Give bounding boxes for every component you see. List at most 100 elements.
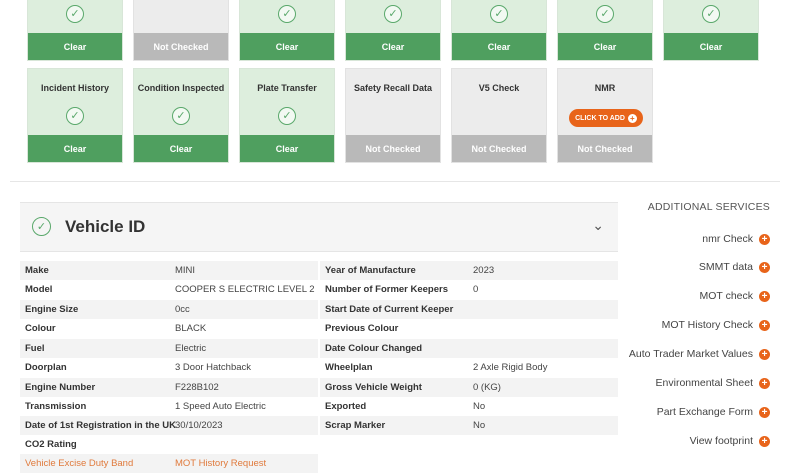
row-key: Engine Size: [25, 304, 79, 315]
check-tile: Not Checked: [133, 0, 229, 61]
row-key: Date of 1st Registration in the UK: [25, 420, 176, 431]
row-value: BLACK: [175, 323, 207, 334]
row-link[interactable]: Vehicle Excise Duty Band: [25, 454, 133, 473]
check-circle-icon: ✓: [278, 5, 296, 23]
plus-circle-icon: +: [759, 319, 770, 331]
row-key: Wheelplan: [325, 362, 373, 373]
plus-circle-icon: +: [759, 233, 770, 245]
service-nmr-check[interactable]: nmr Check +: [702, 233, 770, 245]
plus-circle-icon: +: [759, 290, 770, 302]
chevron-down-icon[interactable]: ⌄: [592, 217, 604, 234]
service-label: Auto Trader Market Values: [628, 348, 753, 360]
row-value: MINI: [175, 265, 196, 276]
plus-circle-icon: +: [627, 113, 637, 123]
service-view-footprint[interactable]: View footprint +: [690, 435, 770, 447]
row-value: 0 (KG): [473, 382, 501, 393]
tile-plate-transfer: Plate Transfer ✓ Clear: [239, 68, 335, 163]
table-row: Exported No: [320, 397, 618, 416]
service-smmt-data[interactable]: SMMT data +: [699, 261, 770, 273]
tile-status: Clear: [28, 135, 122, 162]
tile-nmr: NMR CLICK TO ADD + Not Checked: [557, 68, 653, 163]
divider: [10, 181, 780, 182]
plus-circle-icon: +: [759, 377, 770, 389]
plus-circle-icon: +: [759, 406, 770, 418]
table-row: Transmission 1 Speed Auto Electric: [20, 397, 318, 416]
table-row: Engine Number F228B102: [20, 378, 318, 397]
service-mot-check[interactable]: MOT check +: [700, 290, 770, 302]
tile-status: Not Checked: [134, 33, 228, 60]
table-row: Gross Vehicle Weight 0 (KG): [320, 378, 618, 397]
check-tile: ✓ Clear: [239, 0, 335, 61]
tile-status: Clear: [240, 135, 334, 162]
tile-status: Clear: [240, 33, 334, 60]
vehicle-id-header[interactable]: ✓ Vehicle ID ⌄: [20, 202, 618, 252]
check-circle-icon: ✓: [32, 217, 51, 236]
mot-history-request-link[interactable]: MOT History Request: [175, 454, 266, 473]
row-key: Make: [25, 265, 49, 276]
check-circle-icon: ✓: [66, 107, 84, 125]
tile-label: Condition Inspected: [137, 83, 225, 93]
check-tile: ✓ Clear: [557, 0, 653, 61]
table-row: Fuel Electric: [20, 339, 318, 358]
tile-status: Not Checked: [346, 135, 440, 162]
row-key: Year of Manufacture: [325, 265, 416, 276]
row-key: Date Colour Changed: [325, 343, 423, 354]
row-key: Transmission: [25, 401, 87, 412]
table-row: Make MINI: [20, 261, 318, 280]
tile-incident-history: Incident History ✓ Clear: [27, 68, 123, 163]
row-value: 1 Speed Auto Electric: [175, 401, 266, 412]
row-value: 2 Axle Rigid Body: [473, 362, 548, 373]
row-value: 30/10/2023: [175, 420, 223, 431]
row-key: Previous Colour: [325, 323, 399, 334]
service-mot-history-check[interactable]: MOT History Check +: [662, 319, 770, 331]
service-label: MOT History Check: [661, 319, 753, 331]
service-label: SMMT data: [698, 261, 753, 273]
check-circle-icon: ✓: [384, 5, 402, 23]
check-tile: ✓ Clear: [345, 0, 441, 61]
tile-status: Clear: [558, 33, 652, 60]
service-environmental-sheet[interactable]: Environmental Sheet +: [656, 377, 770, 389]
service-auto-trader-market-values[interactable]: Auto Trader Market Values +: [629, 348, 770, 360]
check-tile: ✓ Clear: [663, 0, 759, 61]
row-key: Doorplan: [25, 362, 67, 373]
table-row: Scrap Marker No: [320, 416, 618, 435]
section-title: Vehicle ID: [65, 217, 146, 236]
tile-label: Plate Transfer: [257, 83, 317, 93]
table-row: Date of 1st Registration in the UK 30/10/…: [20, 416, 318, 435]
row-key: Engine Number: [25, 382, 96, 393]
tile-status: Not Checked: [558, 135, 652, 162]
service-label: Part Exchange Form: [656, 406, 753, 418]
table-row: Wheelplan 2 Axle Rigid Body: [320, 358, 618, 377]
tile-status: Clear: [452, 33, 546, 60]
click-to-add-button[interactable]: CLICK TO ADD +: [569, 109, 643, 127]
row-key: Fuel: [25, 343, 45, 354]
row-value: COOPER S ELECTRIC LEVEL 2: [175, 284, 315, 295]
button-label: CLICK TO ADD: [575, 114, 625, 122]
sidebar-title: ADDITIONAL SERVICES: [647, 201, 770, 213]
tile-status: Clear: [28, 33, 122, 60]
tile-safety-recall-data: Safety Recall Data Not Checked: [345, 68, 441, 163]
row-key: Model: [25, 284, 53, 295]
tile-v5-check: V5 Check Not Checked: [451, 68, 547, 163]
table-row: Number of Former Keepers 0: [320, 280, 618, 299]
check-circle-icon: ✓: [490, 5, 508, 23]
row-value: No: [473, 401, 486, 412]
plus-circle-icon: +: [759, 348, 770, 360]
row-value: F228B102: [175, 382, 219, 393]
row-key: CO2 Rating: [25, 439, 77, 450]
tile-label: Incident History: [40, 83, 109, 93]
table-row: Vehicle Excise Duty Band MOT History Requ…: [20, 454, 318, 473]
table-row: Date Colour Changed: [320, 339, 618, 358]
plus-circle-icon: +: [759, 435, 770, 447]
table-row: CO2 Rating: [20, 435, 318, 454]
check-tile: ✓ Clear: [451, 0, 547, 61]
table-row: Start Date of Current Keeper: [320, 300, 618, 319]
row-key: Scrap Marker: [325, 420, 386, 431]
row-key: Number of Former Keepers: [325, 284, 449, 295]
service-part-exchange-form[interactable]: Part Exchange Form +: [657, 406, 770, 418]
check-circle-icon: ✓: [172, 107, 190, 125]
row-value: 0: [473, 284, 479, 295]
service-label: MOT check: [699, 290, 753, 302]
check-circle-icon: ✓: [596, 5, 614, 23]
row-value: 2023: [473, 265, 495, 276]
